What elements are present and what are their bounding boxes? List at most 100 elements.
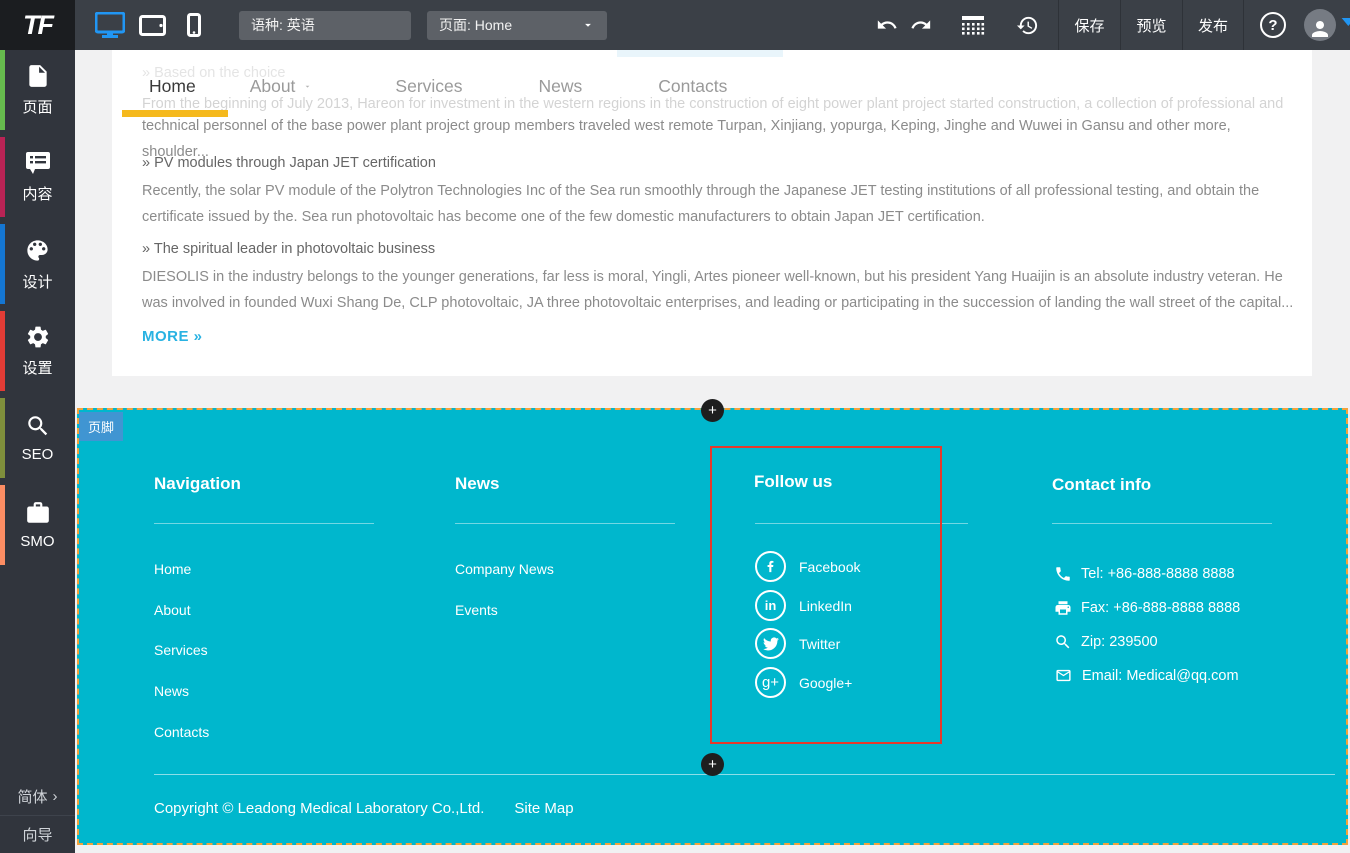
linkedin-icon: in — [755, 590, 786, 621]
contact-text: Email: Medical@qq.com — [1082, 668, 1239, 684]
sidebar-item-label: 页面 — [22, 96, 52, 117]
smo-color-strip — [0, 485, 5, 565]
contact-row-tel: Tel: +86-888-8888 8888 — [1054, 565, 1235, 583]
editor-canvas: » Based on the choice From the beginning… — [75, 50, 1350, 853]
chevron-down-icon — [302, 82, 313, 91]
sidebar-item-label: 设置 — [22, 357, 52, 378]
device-tablet-button[interactable] — [135, 0, 169, 50]
preview-button[interactable]: 预览 — [1120, 0, 1182, 50]
copyright-text: Copyright © Leadong Medical Laboratory C… — [154, 800, 484, 817]
sidebar-item-label: 设计 — [22, 271, 52, 292]
envelope-icon — [1054, 667, 1073, 684]
more-link[interactable]: MORE » — [142, 328, 203, 345]
language-select[interactable]: 语种: 英语 — [239, 11, 411, 40]
footer-link-about[interactable]: About — [154, 602, 191, 618]
footer-link-events[interactable]: Events — [455, 602, 498, 618]
screen-list-icon — [24, 150, 52, 176]
hover-highlight-strip — [617, 50, 783, 57]
design-color-strip — [0, 224, 5, 304]
history-button[interactable] — [1010, 0, 1044, 50]
contact-text: Fax: +86-888-8888 8888 — [1081, 600, 1240, 616]
save-button[interactable]: 保存 — [1058, 0, 1120, 50]
footer-col-title: Navigation — [154, 474, 241, 494]
question-circle-icon: ? — [1268, 17, 1277, 34]
footer-bottom-divider — [154, 774, 1335, 775]
plus-icon: + — [708, 756, 717, 773]
sidebar-item-label: SMO — [20, 533, 54, 550]
footer-col-title: Contact info — [1052, 475, 1151, 495]
magnifier-icon — [1054, 633, 1072, 651]
contact-text: Tel: +86-888-8888 8888 — [1081, 566, 1235, 582]
monitor-icon — [95, 12, 125, 38]
nav-item-label: News — [539, 76, 583, 97]
nav-item-about[interactable]: About — [223, 72, 341, 100]
seo-color-strip — [0, 398, 5, 478]
contact-row-fax: Fax: +86-888-8888 8888 — [1054, 599, 1240, 617]
chevron-right-icon: › — [53, 788, 58, 805]
nav-item-label: Home — [149, 76, 196, 97]
undo-button[interactable] — [870, 0, 904, 50]
grid-button[interactable] — [956, 0, 990, 50]
sidebar-bottom: 简体 › 向导 — [0, 777, 75, 853]
sidebar-item-content[interactable]: 内容 — [0, 137, 75, 217]
sidebar-item-design[interactable]: 设计 — [0, 224, 75, 304]
sidebar-item-seo[interactable]: SEO — [0, 398, 75, 478]
editor-sidebar: 页面 内容 设计 设置 SEO — [0, 50, 75, 853]
add-block-button-top[interactable]: + — [701, 399, 724, 422]
social-link-twitter[interactable]: Twitter — [755, 628, 840, 659]
publish-button[interactable]: 发布 — [1182, 0, 1244, 50]
sidebar-item-label: SEO — [22, 446, 54, 463]
social-link-googleplus[interactable]: g+ Google+ — [755, 667, 852, 698]
language-switch[interactable]: 简体 › — [0, 777, 75, 815]
sitemap-link[interactable]: Site Map — [514, 800, 573, 817]
nav-item-label: Services — [395, 76, 462, 97]
footer-col-follow: Follow us — [754, 472, 832, 492]
help-button[interactable]: ? — [1260, 12, 1286, 38]
site-footer-section[interactable]: 页脚 + Navigation Home About Services News… — [77, 408, 1348, 845]
page-select-value: 页面: Home — [439, 15, 512, 35]
grid-table-icon — [961, 15, 985, 35]
footer-link-company-news[interactable]: Company News — [455, 561, 554, 577]
social-label: LinkedIn — [799, 598, 852, 614]
sidebar-item-smo[interactable]: SMO — [0, 485, 75, 565]
nav-item-home[interactable]: Home — [122, 72, 223, 100]
person-icon — [1308, 17, 1332, 41]
device-desktop-button[interactable] — [93, 0, 127, 50]
pages-color-strip — [0, 50, 5, 130]
social-label: Google+ — [799, 675, 852, 691]
nav-item-contacts[interactable]: Contacts — [631, 72, 754, 100]
footer-col-news: News — [455, 474, 499, 494]
footer-label-badge[interactable]: 页脚 — [79, 412, 123, 441]
footer-col-title: Follow us — [754, 472, 832, 492]
undo-arrow-icon — [876, 14, 898, 36]
footer-link-contacts[interactable]: Contacts — [154, 724, 209, 740]
wizard-button[interactable]: 向导 — [0, 815, 75, 853]
briefcase-icon — [25, 500, 51, 526]
footer-link-services[interactable]: Services — [154, 642, 208, 658]
page-select[interactable]: 页面: Home — [427, 11, 607, 40]
search-icon — [25, 413, 51, 439]
sidebar-item-pages[interactable]: 页面 — [0, 50, 75, 130]
footer-link-home[interactable]: Home — [154, 561, 191, 577]
news-item-title[interactable]: » The spiritual leader in photovoltaic b… — [142, 241, 435, 257]
site-nav: Home About Services News Contacts — [122, 72, 754, 100]
device-mobile-button[interactable] — [177, 0, 211, 50]
footer-divider — [154, 523, 374, 524]
document-icon — [25, 63, 51, 89]
social-link-facebook[interactable]: Facebook — [755, 551, 860, 582]
plus-icon: + — [708, 402, 717, 419]
app-toolbar: TF — [0, 0, 1350, 50]
nav-item-news[interactable]: News — [512, 72, 610, 100]
nav-item-services[interactable]: Services — [368, 72, 489, 100]
sidebar-item-settings[interactable]: 设置 — [0, 311, 75, 391]
sidebar-item-label: 内容 — [22, 183, 52, 204]
user-avatar[interactable] — [1304, 9, 1336, 41]
add-block-button-bottom[interactable]: + — [701, 753, 724, 776]
social-link-linkedin[interactable]: in LinkedIn — [755, 590, 852, 621]
nav-item-label: About — [250, 76, 296, 97]
news-item-title[interactable]: » PV modules through Japan JET certifica… — [142, 155, 436, 171]
wizard-label: 向导 — [22, 824, 52, 845]
footer-link-news[interactable]: News — [154, 683, 189, 699]
redo-button[interactable] — [904, 0, 938, 50]
twitter-icon — [755, 628, 786, 659]
